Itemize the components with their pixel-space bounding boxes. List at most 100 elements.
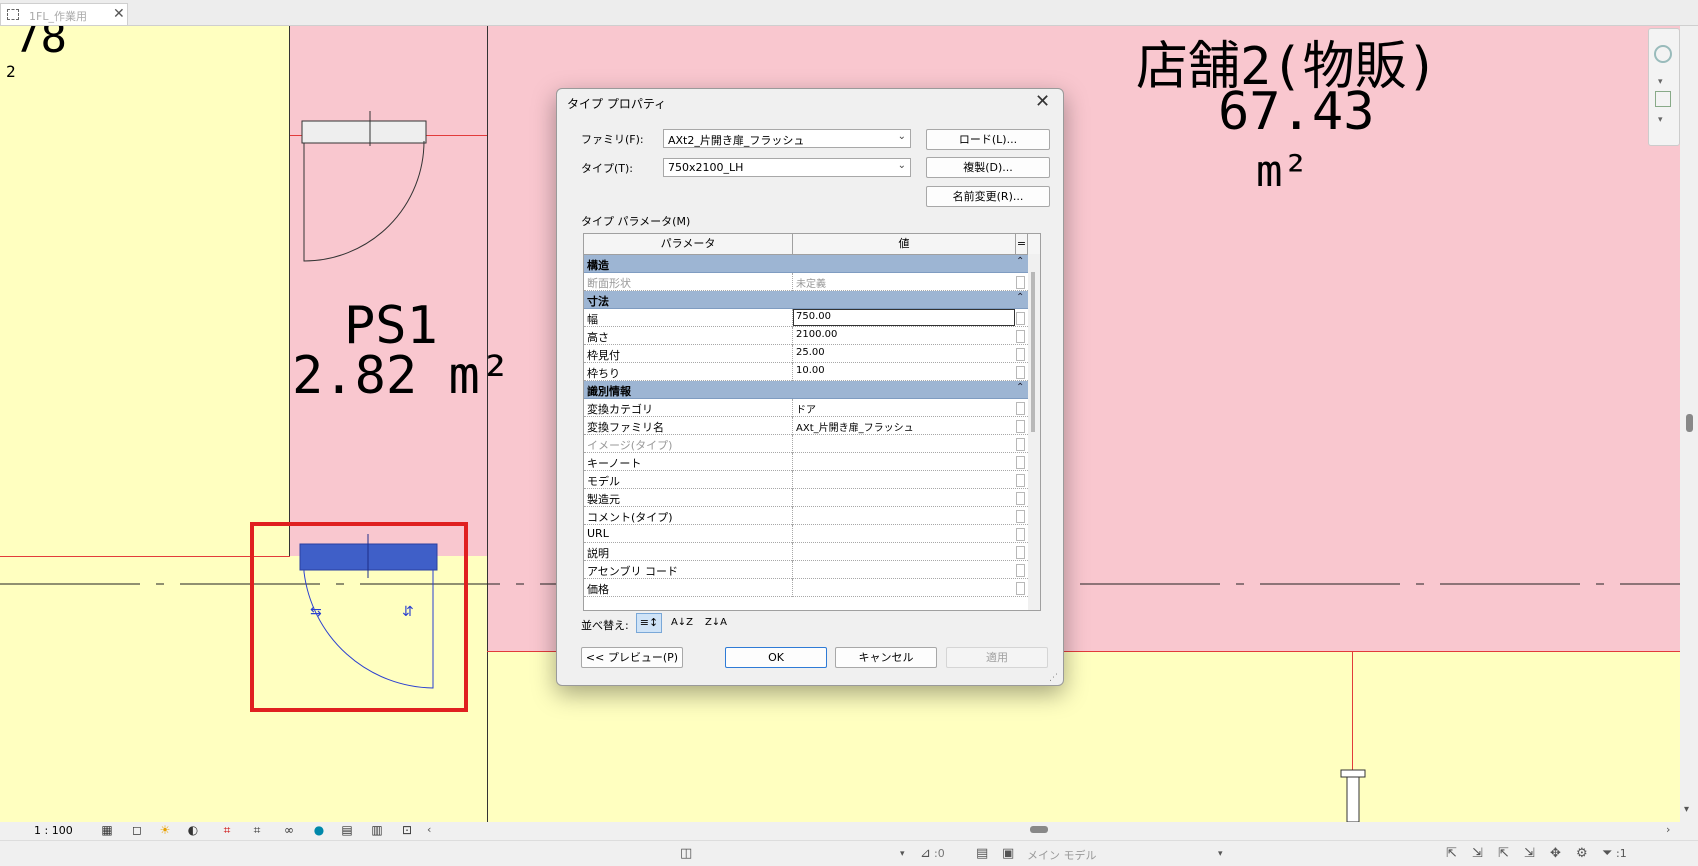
ok-button[interactable]: OK — [725, 647, 827, 668]
sort-grouped-icon[interactable]: ≡↕ — [636, 613, 662, 633]
parameter-row[interactable]: コメント(タイプ) — [584, 507, 1028, 525]
parameter-value[interactable]: 未定義 — [796, 275, 826, 290]
associate-parameter-button[interactable] — [1016, 276, 1025, 289]
view-scale[interactable]: 1 : 100 — [34, 824, 73, 837]
detail-level-icon[interactable]: ▦ — [100, 824, 114, 837]
drag-elements-icon[interactable]: ✥ — [1550, 846, 1561, 861]
parameter-row[interactable]: 製造元 — [584, 489, 1028, 507]
chevron-down-icon[interactable]: ▾ — [1658, 77, 1663, 87]
parameter-row[interactable]: 価格 — [584, 579, 1028, 597]
collapse-icon[interactable]: ⌃ — [1016, 382, 1024, 393]
shadows-icon[interactable]: ◐ — [186, 824, 200, 837]
parameter-row[interactable]: 枠ちり 10.00 — [584, 363, 1028, 381]
associate-parameter-button[interactable] — [1016, 474, 1025, 487]
selected-door[interactable]: ⇆ ⇵ — [250, 522, 470, 712]
associate-parameter-button[interactable] — [1016, 546, 1025, 559]
parameter-row[interactable]: キーノート — [584, 453, 1028, 471]
visual-style-icon[interactable]: ◻ — [130, 824, 144, 837]
parameter-value[interactable]: ドア — [796, 401, 816, 416]
associate-parameter-button[interactable] — [1016, 582, 1025, 595]
associate-parameter-button[interactable] — [1016, 528, 1025, 541]
parameter-value[interactable]: AXt_片開き扉_フラッシュ — [796, 419, 914, 434]
select-underlay-icon[interactable]: ⇲ — [1472, 846, 1483, 861]
parameter-row[interactable]: アセンブリ コード — [584, 561, 1028, 579]
apply-button[interactable]: 適用 — [946, 647, 1048, 668]
collapse-icon[interactable]: ⌃ — [1016, 256, 1024, 267]
select-by-face-icon[interactable]: ⇲ — [1524, 846, 1535, 861]
parameter-value[interactable]: 750.00 — [796, 311, 831, 322]
model-icon[interactable]: ▣ — [1002, 846, 1014, 861]
resize-grip-icon[interactable]: ⋰ — [1049, 673, 1058, 683]
editable-only-icon[interactable]: ⊿ — [920, 846, 931, 861]
chevron-down-icon[interactable]: ▾ — [1658, 115, 1663, 125]
grid-scrollbar[interactable] — [1028, 254, 1040, 610]
grid-scroll-thumb[interactable] — [1031, 272, 1035, 432]
associate-parameter-button[interactable] — [1016, 492, 1025, 505]
duplicate-button[interactable]: 複製(D)... — [926, 157, 1050, 178]
close-icon[interactable]: ✕ — [1035, 91, 1050, 112]
select-links-icon[interactable]: ⇱ — [1446, 846, 1457, 861]
preview-button[interactable]: << プレビュー(P) — [581, 647, 683, 668]
parameter-value[interactable]: 10.00 — [796, 365, 825, 376]
column-header-extra[interactable]: = — [1016, 234, 1028, 254]
parameter-row[interactable]: 断面形状 未定義 — [584, 273, 1028, 291]
associate-parameter-button[interactable] — [1016, 330, 1025, 343]
main-model-label[interactable]: メイン モデル — [1027, 847, 1097, 863]
parameter-value[interactable]: 25.00 — [796, 347, 825, 358]
scroll-right-icon[interactable]: › — [1666, 823, 1670, 836]
parameter-group-row[interactable]: 構造 ⌃ — [584, 255, 1028, 273]
parameter-row[interactable]: 高さ 2100.00 — [584, 327, 1028, 345]
associate-parameter-button[interactable] — [1016, 438, 1025, 451]
parameter-row[interactable]: モデル — [584, 471, 1028, 489]
parameter-row[interactable]: 幅 750.00 — [584, 309, 1028, 327]
temporary-view-icon[interactable]: ▤ — [340, 824, 354, 837]
associate-parameter-button[interactable] — [1016, 402, 1025, 415]
scroll-left-icon[interactable]: ‹ — [427, 823, 431, 836]
column-header-parameter[interactable]: パラメータ — [584, 234, 793, 254]
column-header-value[interactable]: 値 — [793, 234, 1016, 254]
chevron-down-icon[interactable]: ▾ — [1218, 849, 1223, 859]
scroll-down-icon[interactable]: ▾ — [1684, 804, 1689, 815]
parameter-row[interactable]: URL — [584, 525, 1028, 543]
parameter-row[interactable]: 変換カテゴリ ドア — [584, 399, 1028, 417]
associate-parameter-button[interactable] — [1016, 348, 1025, 361]
steering-wheel-icon[interactable] — [1654, 45, 1672, 63]
parameter-row[interactable]: イメージ(タイプ) — [584, 435, 1028, 453]
vertical-scroll-thumb[interactable] — [1686, 414, 1693, 432]
shop-room-area[interactable]: 67.43 — [1218, 82, 1375, 142]
collapse-icon[interactable]: ⌃ — [1016, 292, 1024, 303]
associate-parameter-button[interactable] — [1016, 366, 1025, 379]
door-symbol-upper[interactable] — [290, 111, 490, 291]
sun-path-icon[interactable]: ☀ — [158, 824, 172, 837]
filter-icon[interactable]: ⏷ — [1602, 846, 1612, 861]
family-select[interactable]: AXt2_片開き扉_フラッシュ ⌄ — [663, 129, 911, 148]
horizontal-scrollbar[interactable]: ‹ › — [425, 822, 1680, 838]
sort-ascending-icon[interactable]: A↓Z — [669, 613, 695, 633]
horizontal-scroll-thumb[interactable] — [1030, 826, 1048, 833]
cancel-button[interactable]: キャンセル — [835, 647, 937, 668]
parameter-group-row[interactable]: 識別情報 ⌃ — [584, 381, 1028, 399]
parameter-row[interactable]: 変換ファミリ名 AXt_片開き扉_フラッシュ — [584, 417, 1028, 435]
ps-room-area[interactable]: 2.82 m² — [292, 346, 511, 406]
rename-button[interactable]: 名前変更(R)... — [926, 186, 1050, 207]
sort-descending-icon[interactable]: Z↓A — [703, 613, 729, 633]
parameter-group-row[interactable]: 寸法 ⌃ — [584, 291, 1028, 309]
associate-parameter-button[interactable] — [1016, 312, 1025, 325]
parameter-row[interactable]: 枠見付 25.00 — [584, 345, 1028, 363]
associate-parameter-button[interactable] — [1016, 510, 1025, 523]
view-tab[interactable]: 1FL_作業用 ✕ — [0, 3, 128, 25]
chevron-down-icon[interactable]: ▾ — [900, 849, 905, 859]
associate-parameter-button[interactable] — [1016, 456, 1025, 469]
analytical-model-icon[interactable]: ▥ — [370, 824, 384, 837]
design-options-icon[interactable]: ▤ — [976, 846, 988, 861]
parameter-row[interactable]: 説明 — [584, 543, 1028, 561]
constraints-icon[interactable]: ⊡ — [400, 824, 414, 837]
type-select[interactable]: 750x2100_LH ⌄ — [663, 158, 911, 177]
associate-parameter-button[interactable] — [1016, 564, 1025, 577]
parameter-value[interactable]: 2100.00 — [796, 329, 837, 340]
temporary-hide-icon[interactable]: ∞ — [282, 824, 296, 837]
background-process-icon[interactable]: ⚙ — [1576, 846, 1588, 861]
worksharing-icon[interactable]: ◫ — [680, 846, 692, 861]
close-tab-icon[interactable]: ✕ — [113, 6, 125, 22]
type-parameters-grid[interactable]: パラメータ 値 = 構造 ⌃ 断面形状 未定義 寸法 ⌃ 幅 750.00 高さ 2100.00 枠… — [583, 233, 1041, 611]
